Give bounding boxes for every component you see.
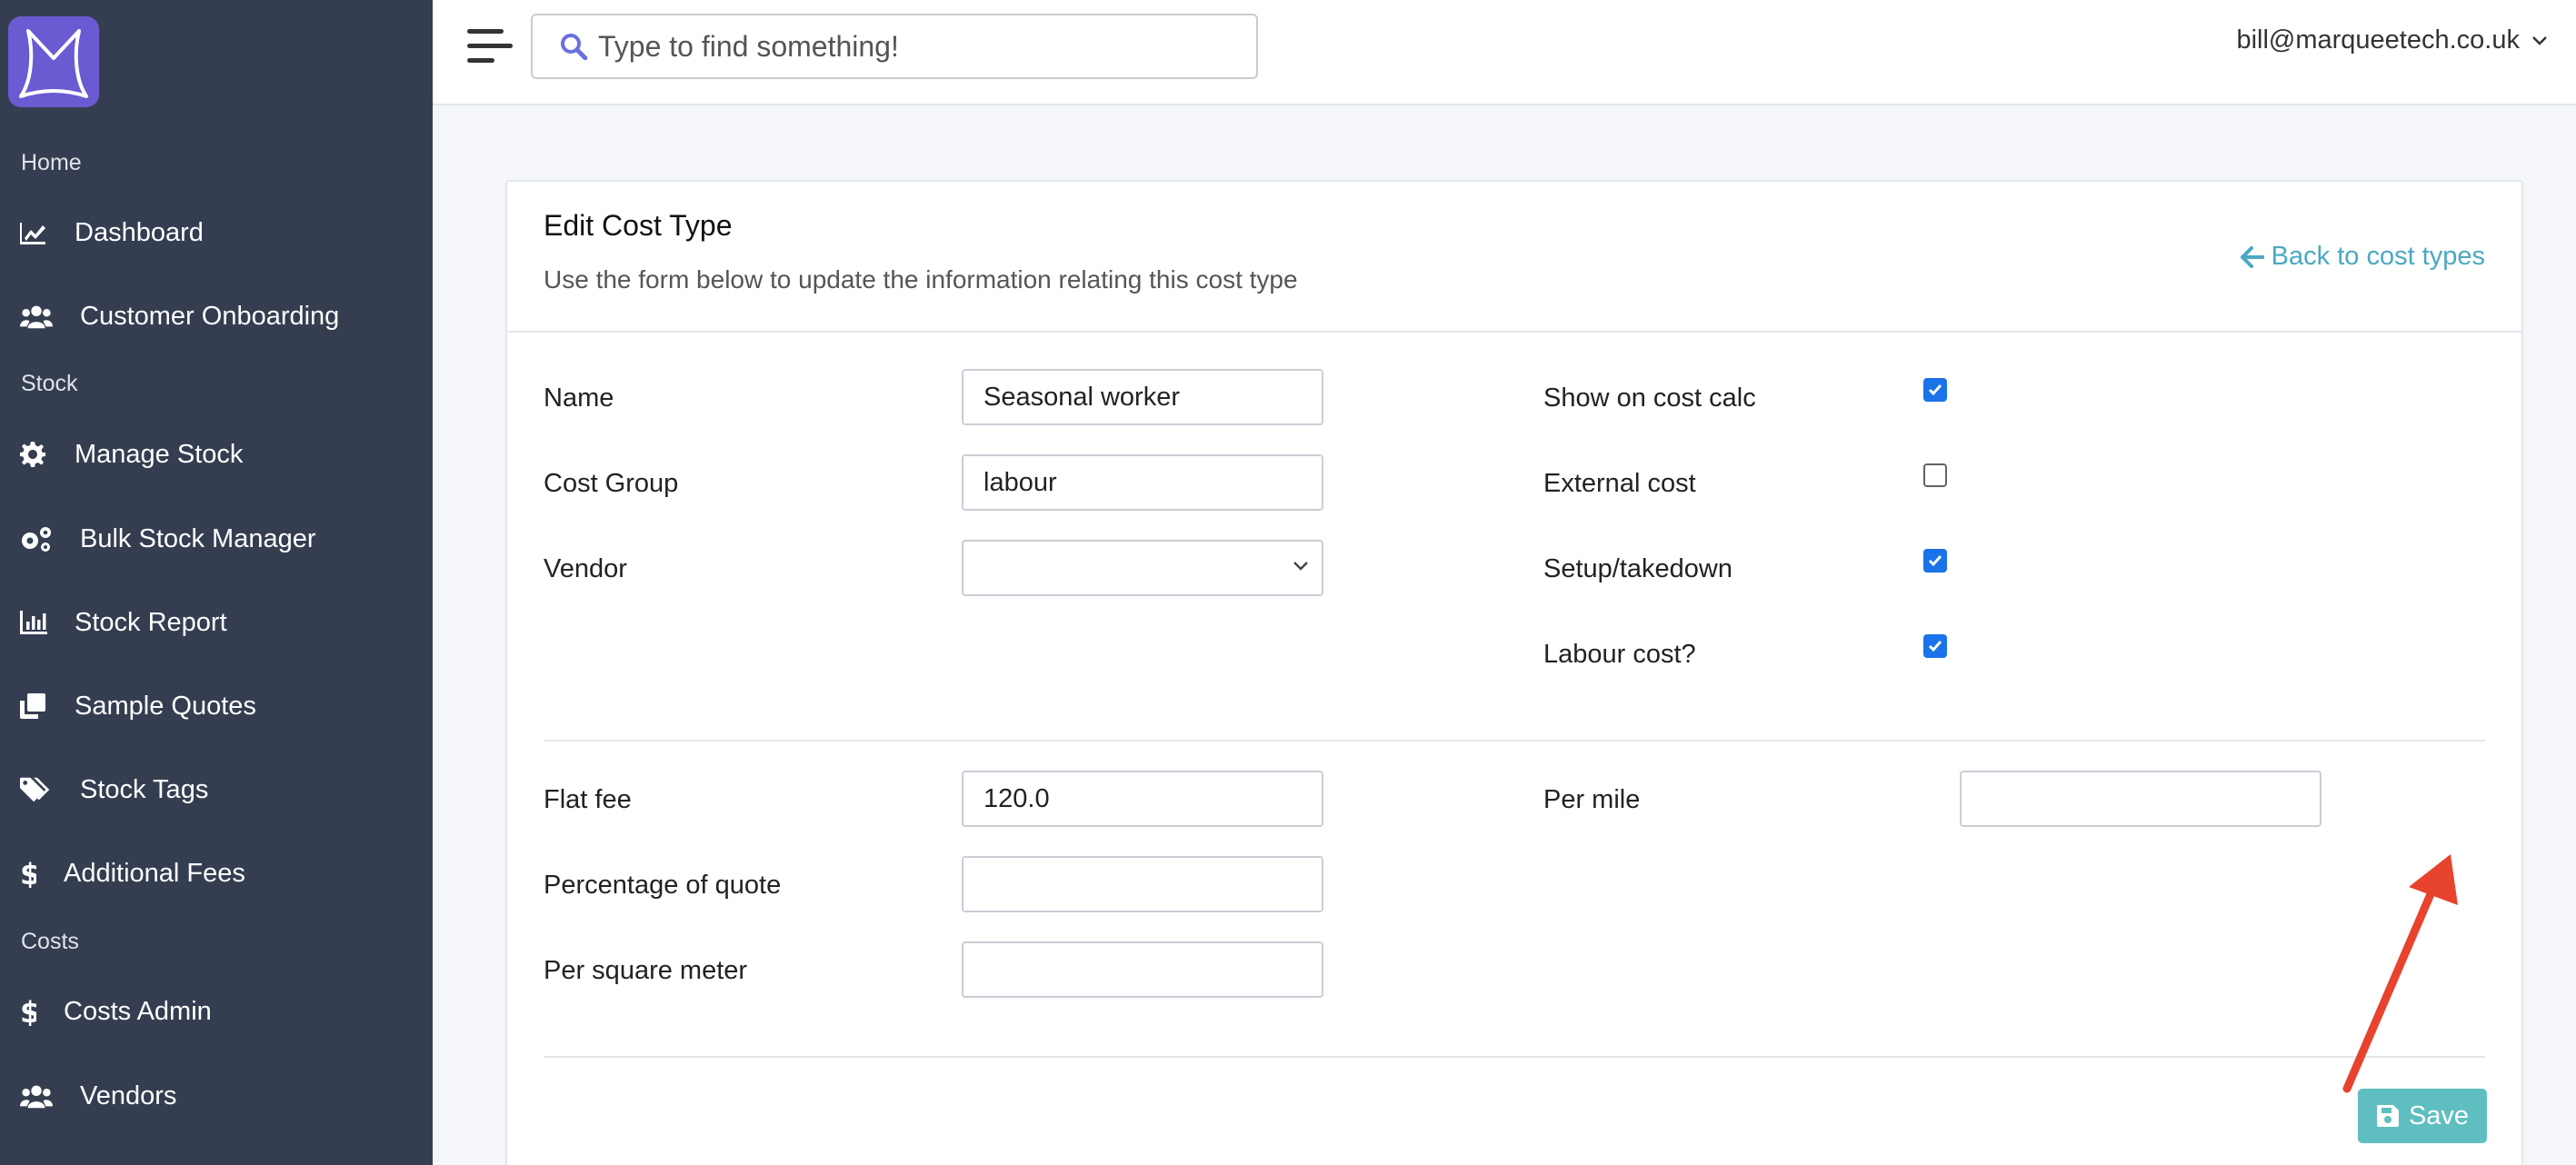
vendor-label: Vendor — [544, 554, 627, 583]
tags-icon — [20, 775, 53, 804]
gear-icon — [20, 440, 53, 469]
users-icon — [20, 1081, 53, 1110]
search-icon — [560, 33, 587, 60]
search-input[interactable] — [598, 29, 1234, 64]
sidebar-item-vendors[interactable]: Vendors — [0, 1064, 433, 1128]
external-cost-label: External cost — [1543, 469, 1696, 498]
setup-takedown-label: Setup/takedown — [1543, 554, 1732, 583]
user-email: bill@marqueetech.co.uk — [2236, 25, 2520, 55]
dollar-icon: $ — [20, 859, 44, 888]
svg-text:$: $ — [20, 859, 36, 888]
sidebar-item-stock-tags[interactable]: Stock Tags — [0, 758, 433, 821]
per-square-meter-label: Per square meter — [544, 956, 748, 985]
checkmark-icon — [1928, 384, 1942, 396]
per-mile-input[interactable] — [1960, 771, 2321, 827]
gears-icon — [20, 524, 53, 553]
checkmark-icon — [1928, 641, 1942, 652]
dollar-icon: $ — [20, 997, 44, 1026]
sidebar-item-manage-stock[interactable]: Manage Stock — [0, 423, 433, 486]
user-menu[interactable]: bill@marqueetech.co.uk — [2236, 25, 2547, 55]
per-square-meter-input[interactable] — [962, 941, 1323, 998]
users-icon — [20, 302, 53, 331]
section-divider — [544, 740, 2485, 742]
floppy-disk-icon — [2376, 1105, 2399, 1127]
flat-fee-input[interactable] — [962, 771, 1323, 827]
section-label-costs: Costs — [21, 929, 79, 954]
name-label: Name — [544, 383, 614, 413]
checkmark-icon — [1928, 555, 1942, 567]
edit-cost-type-card: Edit Cost Type Use the form below to upd… — [505, 180, 2523, 1165]
sidebar-item-stock-report[interactable]: Stock Report — [0, 591, 433, 654]
name-input[interactable] — [962, 369, 1323, 425]
page-subtitle: Use the form below to update the informa… — [544, 265, 1298, 294]
bar-chart-icon — [20, 608, 53, 637]
top-bar: bill@marqueetech.co.uk — [433, 0, 2576, 105]
search-box[interactable] — [531, 14, 1258, 79]
footer-divider — [544, 1056, 2485, 1058]
cost-group-label: Cost Group — [544, 469, 679, 498]
per-mile-label: Per mile — [1543, 785, 1641, 814]
section-label-home: Home — [21, 150, 82, 175]
sidebar-item-additional-fees[interactable]: $ Additional Fees — [0, 841, 433, 905]
chevron-down-icon — [1293, 560, 1309, 576]
vendor-select[interactable] — [962, 540, 1323, 596]
sidebar: Home Dashboard Customer Onboarding Stock… — [0, 0, 433, 1165]
sidebar-item-bulk-stock-manager[interactable]: Bulk Stock Manager — [0, 507, 433, 571]
chevron-down-icon — [2532, 35, 2547, 45]
show-on-cost-calc-checkbox[interactable] — [1923, 378, 1947, 402]
setup-takedown-checkbox[interactable] — [1923, 549, 1947, 573]
app-logo[interactable] — [8, 16, 99, 107]
hamburger-menu-button[interactable] — [467, 27, 513, 65]
copy-icon — [20, 692, 53, 721]
marquee-logo-icon — [19, 29, 88, 98]
labour-cost-checkbox[interactable] — [1923, 634, 1947, 658]
percentage-of-quote-label: Percentage of quote — [544, 871, 782, 900]
sidebar-item-sample-quotes[interactable]: Sample Quotes — [0, 674, 433, 738]
cost-group-input[interactable] — [962, 454, 1323, 511]
external-cost-checkbox[interactable] — [1923, 463, 1947, 487]
percentage-of-quote-input[interactable] — [962, 856, 1323, 912]
labour-cost-label: Labour cost? — [1543, 640, 1696, 669]
flat-fee-label: Flat fee — [544, 785, 632, 814]
chart-line-icon — [20, 218, 53, 247]
section-label-stock: Stock — [21, 371, 78, 396]
back-to-cost-types-link[interactable]: Back to cost types — [2240, 242, 2485, 272]
show-on-cost-calc-label: Show on cost calc — [1543, 383, 1756, 413]
sidebar-item-customer-onboarding[interactable]: Customer Onboarding — [0, 284, 433, 348]
sidebar-item-costs-admin[interactable]: $ Costs Admin — [0, 980, 433, 1043]
page-title: Edit Cost Type — [544, 209, 733, 242]
sidebar-item-dashboard[interactable]: Dashboard — [0, 201, 433, 264]
arrow-left-icon — [2240, 245, 2264, 268]
card-header: Edit Cost Type Use the form below to upd… — [507, 182, 2521, 333]
annotation-arrow-icon — [2342, 854, 2458, 1093]
svg-text:$: $ — [20, 997, 36, 1026]
save-button[interactable]: Save — [2358, 1089, 2487, 1143]
